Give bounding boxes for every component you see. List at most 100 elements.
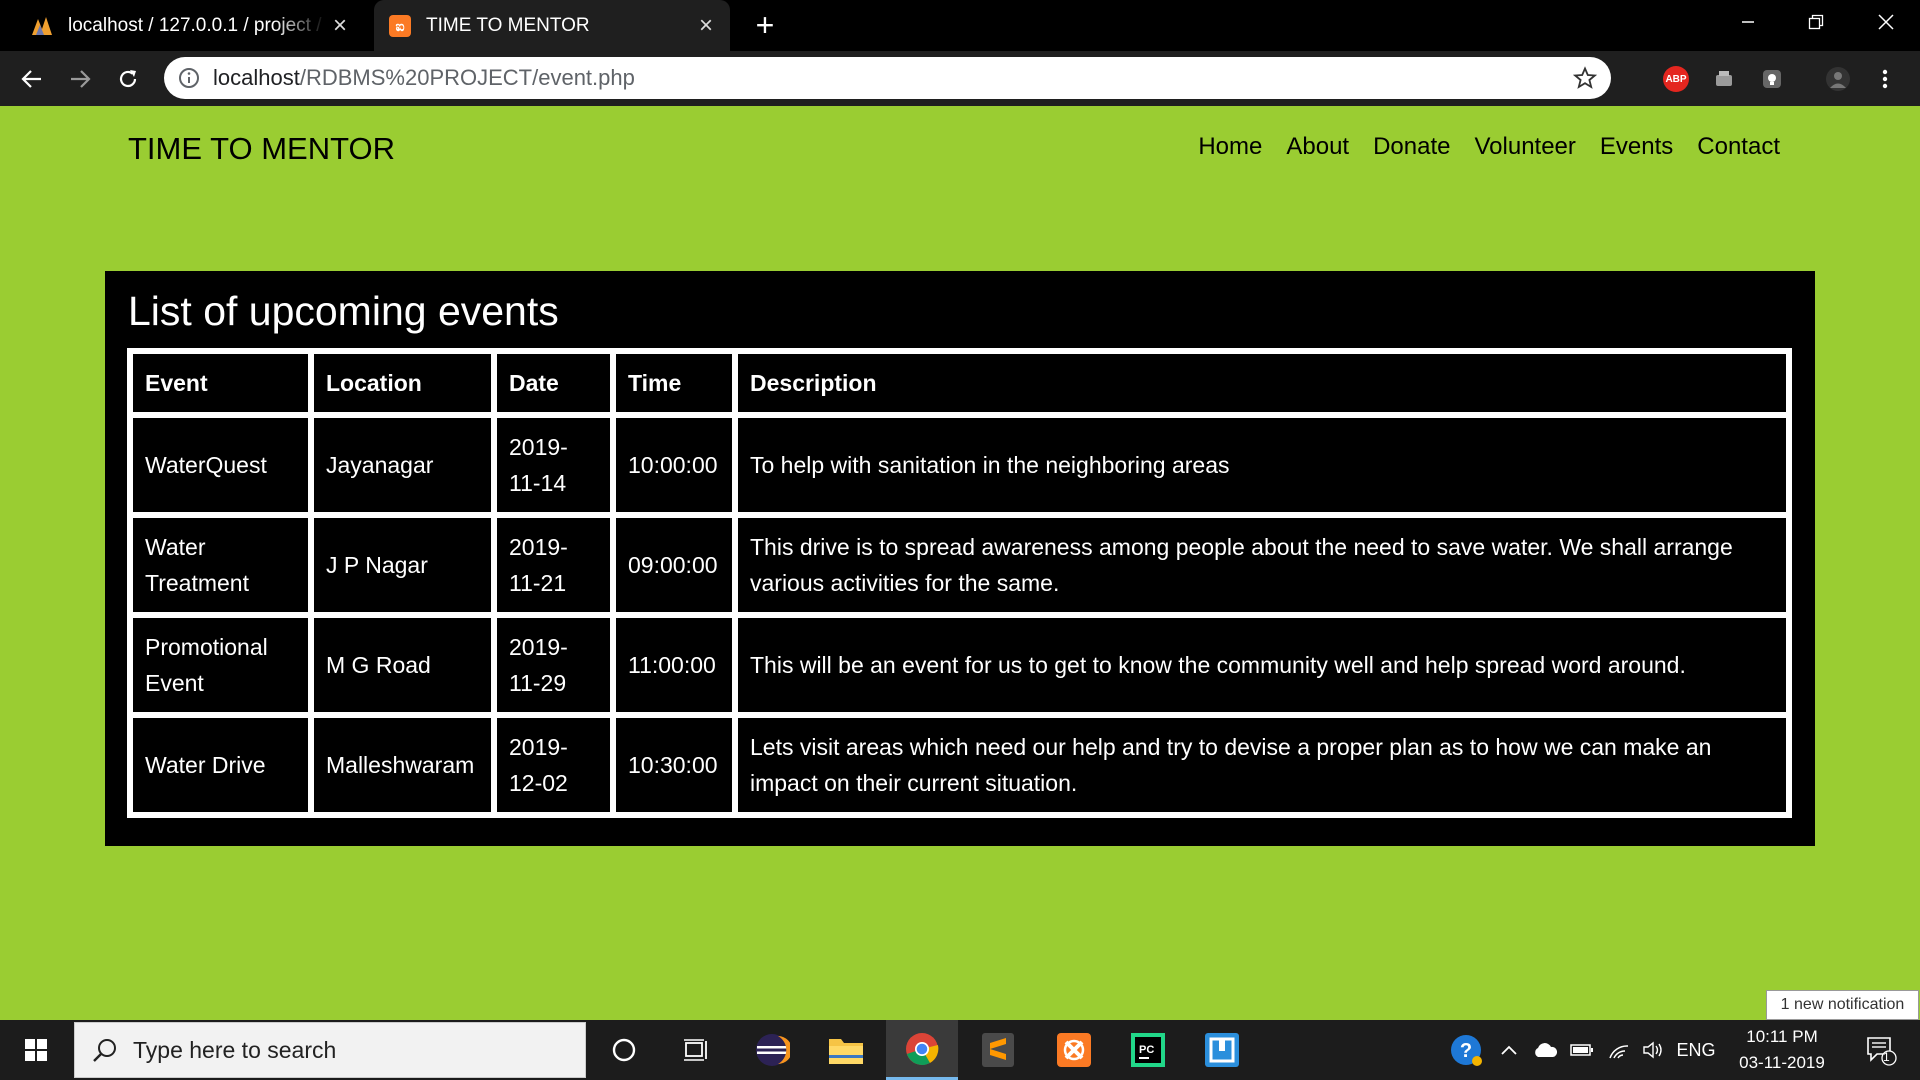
bookmark-star-icon[interactable] <box>1573 66 1597 90</box>
table-row: Water Drive Malleshwaram 2019-12-02 10:3… <box>130 715 1789 815</box>
address-bar[interactable]: localhost/RDBMS%20PROJECT/event.php <box>164 57 1611 99</box>
profile-button[interactable] <box>1823 64 1853 94</box>
minimize-button[interactable] <box>1720 0 1776 44</box>
xampp-icon <box>1057 1033 1091 1067</box>
more-vert-icon <box>1882 69 1888 89</box>
taskbar-search-box[interactable]: Type here to search <box>74 1022 586 1078</box>
site-brand[interactable]: TIME TO MENTOR <box>128 131 395 167</box>
nav-home[interactable]: Home <box>1198 133 1262 161</box>
nav-contact[interactable]: Contact <box>1697 133 1780 161</box>
cell-description: Lets visit areas which need our help and… <box>735 715 1789 815</box>
taskbar-app-sublime-text[interactable] <box>962 1020 1034 1080</box>
window-close-button[interactable] <box>1858 0 1914 44</box>
task-view-button[interactable] <box>660 1020 732 1080</box>
arrow-right-icon <box>71 70 91 88</box>
back-button[interactable] <box>12 59 52 99</box>
printer-extension-icon <box>1716 71 1732 86</box>
action-center-badge: 1 <box>1883 1050 1890 1064</box>
search-icon <box>93 1039 116 1062</box>
site-nav: Home About Donate Volunteer Events Conta… <box>1198 133 1780 161</box>
taskbar-app-chrome[interactable] <box>886 1020 958 1080</box>
task-view-icon <box>684 1039 707 1061</box>
nav-about[interactable]: About <box>1286 133 1349 161</box>
taskbar-clock[interactable]: 10:11 PM 03-11-2019 <box>1720 1020 1844 1080</box>
cell-description: This drive is to spread awareness among … <box>735 515 1789 615</box>
column-header-date: Date <box>494 351 613 415</box>
cell-description: To help with sanitation in the neighbori… <box>735 415 1789 515</box>
tray-help-button[interactable]: ? <box>1440 1020 1492 1080</box>
pycharm-icon: PC <box>1131 1033 1165 1067</box>
cortana-circle-icon <box>612 1038 636 1062</box>
svg-text:?: ? <box>1460 1040 1472 1062</box>
restore-button[interactable] <box>1788 0 1844 44</box>
start-button[interactable] <box>0 1020 72 1080</box>
extension-button[interactable] <box>1709 64 1739 94</box>
tab-phpmyadmin[interactable]: localhost / 127.0.0.1 / project / co × <box>14 0 364 51</box>
chevron-up-icon <box>1501 1045 1517 1055</box>
cell-date: 2019-12-02 <box>494 715 613 815</box>
close-icon[interactable]: × <box>326 12 354 40</box>
clock-date: 03-11-2019 <box>1739 1053 1825 1072</box>
action-center-button[interactable]: 1 <box>1854 1020 1908 1080</box>
tab-time-to-mentor[interactable]: ಐ TIME TO MENTOR × <box>374 0 730 51</box>
wifi-button[interactable] <box>1604 1020 1634 1080</box>
extension-button[interactable] <box>1757 64 1787 94</box>
clock-time: 10:11 PM <box>1746 1027 1818 1046</box>
chrome-menu-button[interactable] <box>1870 64 1900 94</box>
column-header-location: Location <box>311 351 494 415</box>
svg-text:ಐ: ಐ <box>395 19 404 35</box>
nav-events[interactable]: Events <box>1600 133 1673 161</box>
taskbar-app-pycharm[interactable]: PC <box>1112 1020 1184 1080</box>
reload-button[interactable] <box>108 59 148 99</box>
column-header-description: Description <box>735 351 1789 415</box>
column-header-time: Time <box>613 351 735 415</box>
column-header-event: Event <box>130 351 311 415</box>
cell-location: Jayanagar <box>311 415 494 515</box>
address-path: /RDBMS%20PROJECT/event.php <box>299 65 635 90</box>
cell-time: 10:00:00 <box>613 415 735 515</box>
forward-button[interactable] <box>60 59 100 99</box>
show-hidden-icons-button[interactable] <box>1494 1020 1524 1080</box>
new-tab-button[interactable]: + <box>748 8 782 42</box>
notification-toast[interactable]: 1 new notification <box>1766 990 1919 1020</box>
browser-tab-strip: localhost / 127.0.0.1 / project / co × ಐ… <box>0 0 1920 51</box>
taskbar-app-file-explorer[interactable] <box>810 1020 882 1080</box>
folder-icon <box>829 1039 863 1064</box>
nav-volunteer[interactable]: Volunteer <box>1474 133 1575 161</box>
browser-toolbar: localhost/RDBMS%20PROJECT/event.php ABP <box>0 51 1920 106</box>
page-title: List of upcoming events <box>128 288 559 334</box>
taskbar-app-eclipse[interactable] <box>736 1020 808 1080</box>
close-icon[interactable]: × <box>692 12 720 40</box>
cell-description: This will be an event for us to get to k… <box>735 615 1789 715</box>
reload-icon <box>119 70 137 88</box>
adblock-plus-button[interactable]: ABP <box>1661 64 1691 94</box>
cell-date: 2019-11-29 <box>494 615 613 715</box>
notification-icon <box>1867 1037 1897 1066</box>
windows-logo-icon <box>25 1039 47 1061</box>
adblock-plus-icon: ABP <box>1663 66 1689 92</box>
nav-donate[interactable]: Donate <box>1373 133 1450 161</box>
arrow-left-icon <box>21 70 41 88</box>
cell-location: Malleshwaram <box>311 715 494 815</box>
onedrive-button[interactable] <box>1528 1020 1562 1080</box>
input-language-button[interactable]: ENG <box>1672 1020 1720 1080</box>
tab-title: localhost / 127.0.0.1 / project / co <box>68 14 326 36</box>
volume-button[interactable] <box>1638 1020 1668 1080</box>
address-host: localhost <box>213 65 300 90</box>
lightbulb-extension-icon <box>1763 70 1781 88</box>
cell-time: 11:00:00 <box>613 615 735 715</box>
taskbar-app-xampp[interactable] <box>1038 1020 1110 1080</box>
cell-location: J P Nagar <box>311 515 494 615</box>
help-icon: ? <box>1451 1035 1482 1066</box>
taskbar-app-unknown[interactable] <box>1186 1020 1258 1080</box>
table-header-row: Event Location Date Time Description <box>130 351 1789 415</box>
cell-location: M G Road <box>311 615 494 715</box>
speaker-icon <box>1643 1041 1662 1059</box>
cortana-button[interactable] <box>588 1020 660 1080</box>
cloud-icon <box>1535 1043 1558 1057</box>
battery-button[interactable] <box>1566 1020 1598 1080</box>
brackets-app-icon <box>1205 1033 1239 1067</box>
cell-event: Water Treatment <box>130 515 311 615</box>
events-panel: List of upcoming events Event Location D… <box>105 271 1815 846</box>
cell-event: WaterQuest <box>130 415 311 515</box>
